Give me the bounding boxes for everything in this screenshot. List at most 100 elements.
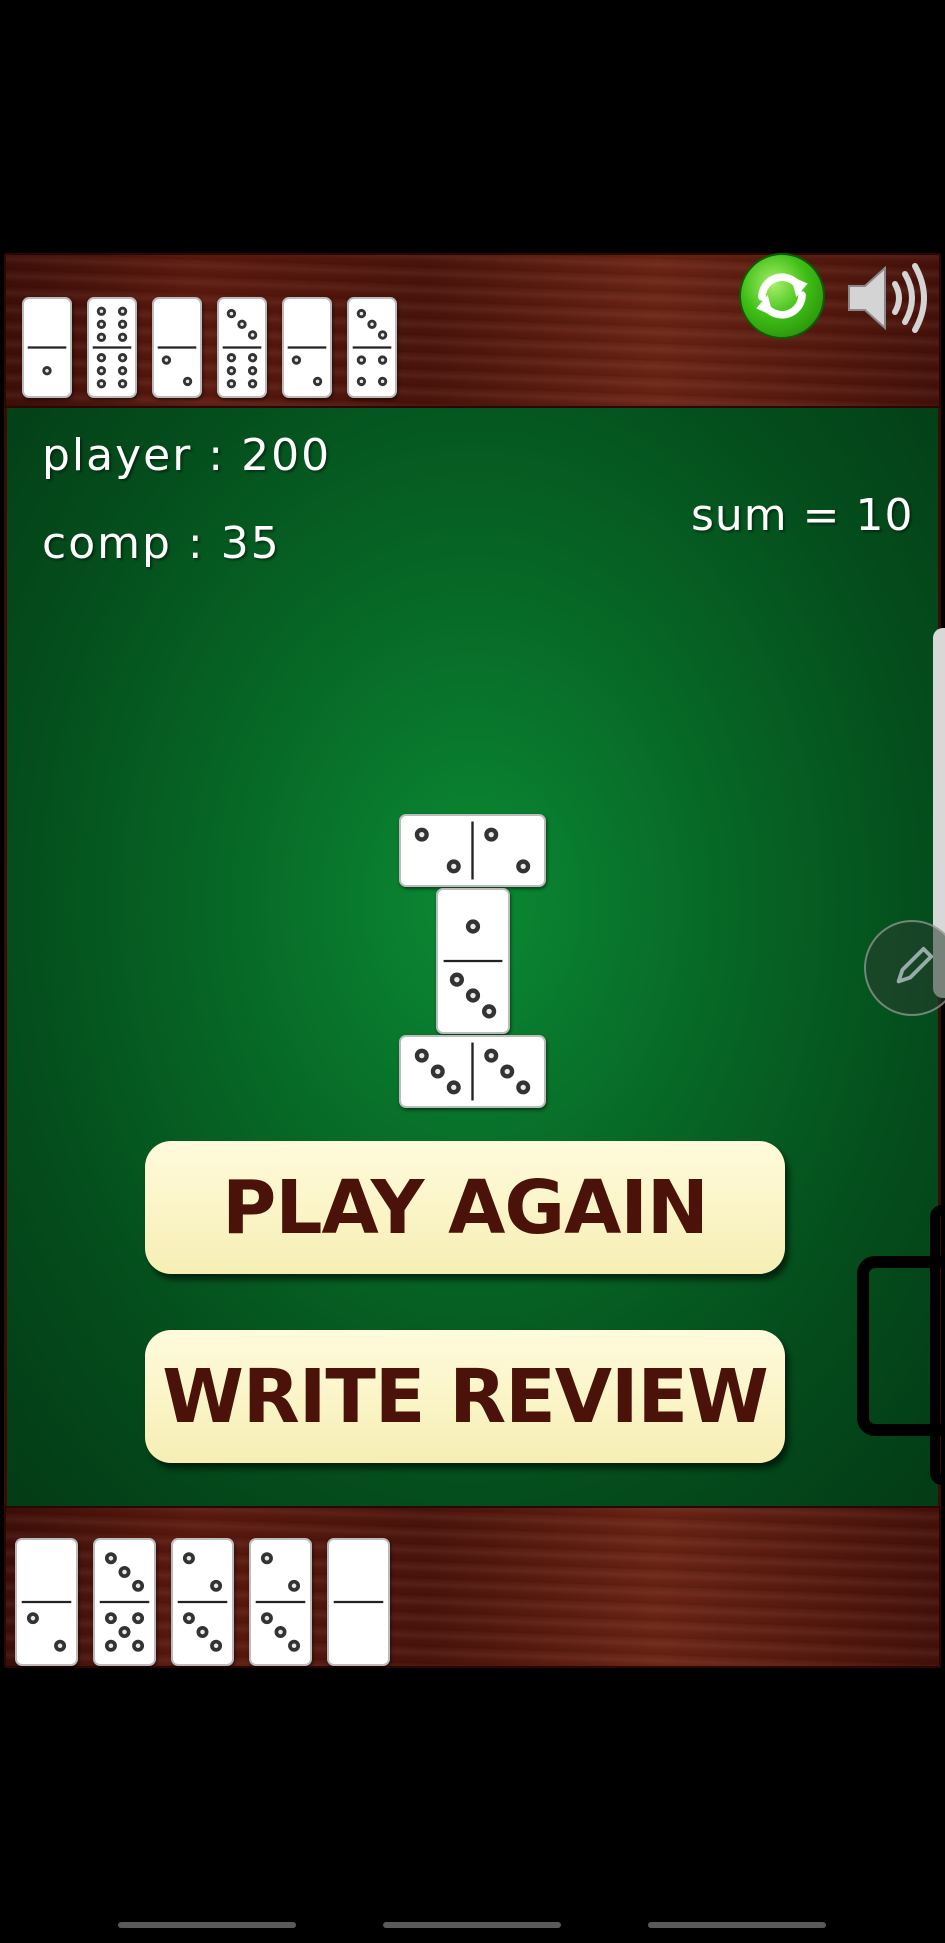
domino-pip	[96, 319, 107, 329]
domino-pip	[117, 319, 128, 329]
domino-pip	[132, 1612, 145, 1625]
domino-face	[21, 1600, 72, 1652]
domino-face	[99, 1552, 150, 1652]
domino-pip	[446, 859, 461, 874]
sum-display: sum = 10	[691, 490, 914, 541]
pencil-icon	[896, 946, 934, 984]
domino-pip	[430, 1064, 445, 1079]
table-domino[interactable]	[399, 814, 546, 887]
domino-pip	[118, 1625, 131, 1638]
sound-button[interactable]	[845, 258, 927, 338]
opponent-domino[interactable]	[22, 297, 72, 398]
domino-face	[92, 306, 132, 389]
domino-pip	[96, 379, 107, 389]
domino-pip	[446, 1080, 461, 1095]
player-domino[interactable]	[327, 1538, 390, 1666]
play-again-button[interactable]: PLAY AGAIN	[145, 1141, 785, 1274]
domino-pip	[288, 1639, 301, 1652]
domino-pip	[274, 1625, 287, 1638]
domino-pip	[247, 379, 258, 389]
domino-pip	[247, 330, 258, 340]
write-review-button[interactable]: WRITE REVIEW	[145, 1330, 785, 1463]
domino-face	[222, 308, 262, 389]
domino-pip	[484, 827, 499, 842]
domino-face	[414, 821, 531, 880]
domino-pip	[465, 919, 481, 934]
domino-pip	[449, 972, 465, 987]
computer-score: comp : 35	[42, 518, 281, 569]
domino-pip	[104, 1552, 117, 1565]
domino-pip	[356, 308, 367, 319]
domino-face	[414, 1042, 531, 1101]
domino-pip	[117, 353, 128, 363]
player-domino[interactable]	[249, 1538, 312, 1666]
domino-pip	[96, 353, 107, 363]
domino-face	[333, 1600, 384, 1604]
domino-pip	[96, 332, 107, 342]
domino-pip	[367, 319, 377, 329]
domino-pip	[484, 1048, 499, 1063]
player-domino[interactable]	[171, 1538, 234, 1666]
domino-pip	[104, 1612, 117, 1625]
domino-pip	[226, 308, 237, 319]
domino-face	[352, 308, 392, 387]
domino-pip	[247, 366, 258, 376]
table-domino[interactable]	[436, 888, 510, 1034]
player-domino[interactable]	[15, 1538, 78, 1666]
overlay-frame	[857, 1256, 945, 1436]
domino-pip	[96, 306, 107, 316]
domino-pip	[377, 355, 388, 365]
refresh-button[interactable]	[739, 253, 825, 339]
opponent-domino[interactable]	[152, 297, 202, 398]
opponent-domino[interactable]	[217, 297, 267, 398]
domino-pip	[291, 355, 302, 365]
domino-pip	[117, 306, 128, 316]
domino-pip	[117, 366, 128, 376]
domino-pip	[237, 319, 247, 329]
domino-pip	[210, 1579, 223, 1592]
nav-bar-indicator-left	[118, 1922, 296, 1928]
domino-face	[443, 919, 503, 1019]
domino-pip	[118, 1566, 131, 1579]
opponent-domino[interactable]	[282, 297, 332, 398]
domino-pip	[356, 376, 367, 387]
domino-pip	[377, 376, 388, 387]
refresh-icon	[756, 273, 808, 319]
domino-pip	[26, 1612, 39, 1625]
opponent-domino[interactable]	[347, 297, 397, 398]
domino-face	[27, 346, 67, 376]
domino-pip	[260, 1552, 273, 1565]
domino-pip	[161, 355, 172, 365]
domino-pip	[117, 332, 128, 342]
domino-pip	[516, 1080, 531, 1095]
domino-pip	[356, 355, 367, 365]
domino-pip	[481, 1004, 497, 1019]
domino-pip	[42, 366, 52, 376]
floating-edit-button[interactable]	[864, 920, 945, 1016]
domino-pip	[96, 366, 107, 376]
domino-face	[157, 346, 197, 387]
domino-face	[177, 1552, 228, 1652]
domino-pip	[288, 1579, 301, 1592]
domino-pip	[226, 353, 237, 363]
player-domino[interactable]	[93, 1538, 156, 1666]
domino-pip	[226, 366, 237, 376]
domino-pip	[54, 1639, 67, 1652]
nav-bar-indicator-center	[383, 1922, 561, 1928]
domino-face	[287, 346, 327, 387]
domino-pip	[465, 988, 481, 1003]
domino-pip	[260, 1612, 273, 1625]
domino-pip	[516, 859, 531, 874]
domino-pip	[182, 1612, 195, 1625]
domino-pip	[196, 1625, 209, 1638]
domino-pip	[182, 376, 193, 387]
speaker-icon	[848, 263, 927, 333]
domino-pip	[414, 827, 429, 842]
domino-pip	[117, 379, 128, 389]
table-domino[interactable]	[399, 1035, 546, 1108]
domino-pip	[312, 376, 323, 387]
opponent-domino[interactable]	[87, 297, 137, 398]
domino-pip	[132, 1639, 145, 1652]
nav-bar-indicator-right	[648, 1922, 826, 1928]
domino-pip	[226, 379, 237, 389]
